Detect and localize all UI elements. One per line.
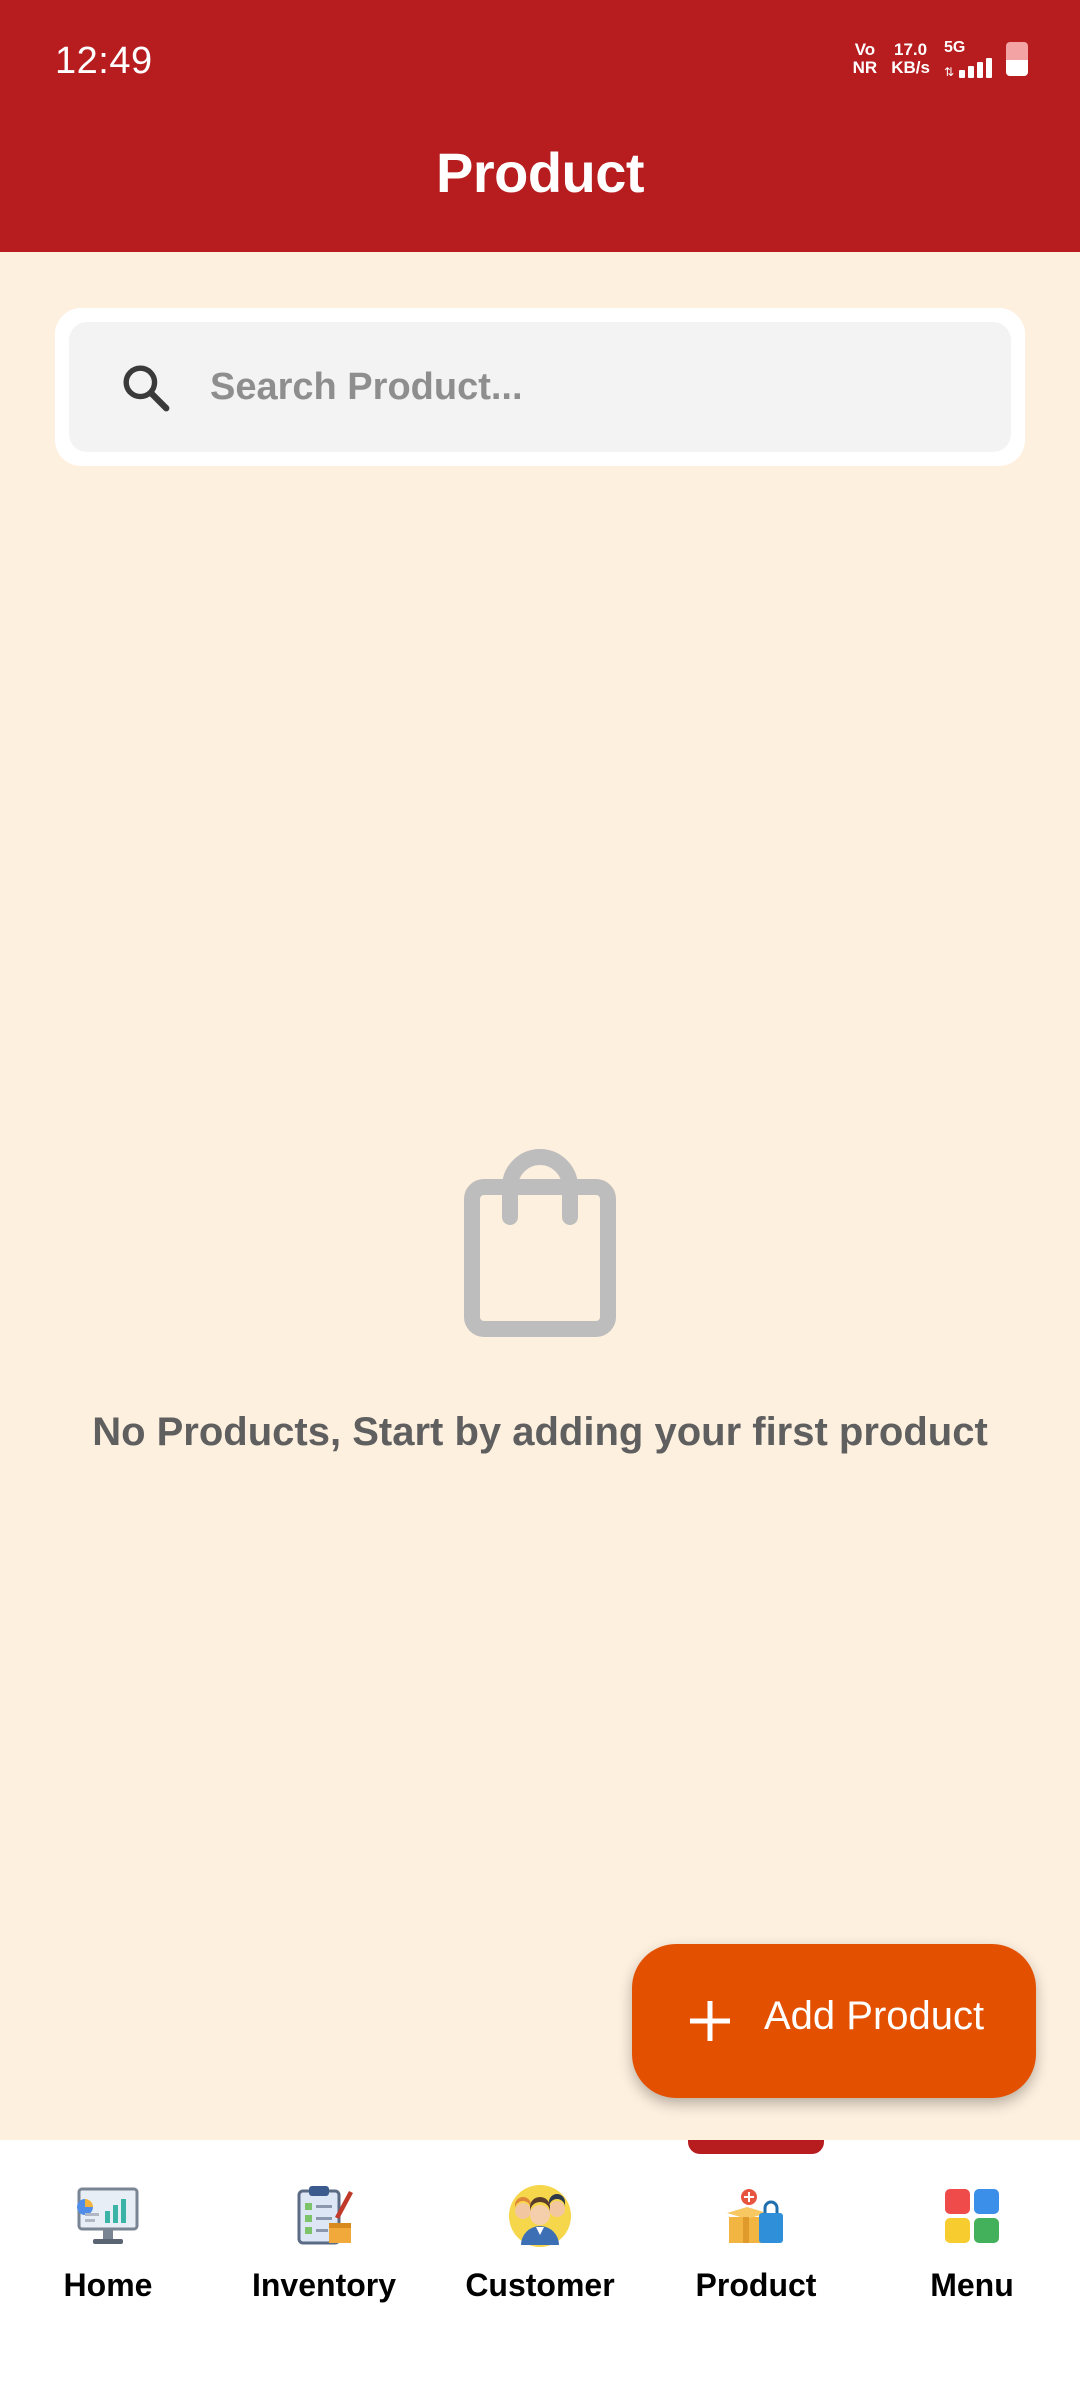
- volte-indicator: Vo NR: [853, 41, 878, 77]
- product-box-icon: [727, 2189, 783, 2243]
- nav-label-home: Home: [63, 2267, 153, 2303]
- add-product-button[interactable]: Add Product: [632, 1944, 1036, 2098]
- page-title: Product: [435, 141, 645, 204]
- search-icon: [123, 365, 170, 412]
- shopping-bag-icon: [464, 1149, 616, 1337]
- nav-item-inventory[interactable]: Inventory: [216, 2180, 432, 2340]
- nav-item-menu[interactable]: Menu: [864, 2180, 1080, 2340]
- volte-bottom-text: NR: [852, 58, 878, 77]
- network-speed-value: 17.0: [894, 40, 928, 59]
- add-product-label: Add Product: [764, 1994, 985, 2038]
- signal-indicator: 5G ⇅: [944, 40, 992, 78]
- bottom-navigation: Home Inventory Customer Product Menu: [0, 2140, 1080, 2408]
- plus-icon: [690, 2001, 730, 2041]
- menu-grid-icon: [945, 2189, 999, 2243]
- nav-label-customer: Customer: [465, 2267, 615, 2303]
- nav-label-menu: Menu: [930, 2267, 1014, 2303]
- nav-label-inventory: Inventory: [251, 2267, 397, 2303]
- search-container: [55, 308, 1025, 466]
- signal-bars-icon: ⇅: [944, 56, 992, 78]
- status-time: 12:49: [55, 40, 153, 82]
- customer-people-icon: [509, 2185, 571, 2247]
- status-icons: Vo NR 17.0 KB/s 5G ⇅: [853, 40, 1028, 78]
- network-type: 5G: [943, 39, 966, 56]
- nav-item-product[interactable]: Product: [648, 2180, 864, 2340]
- inventory-checklist-icon: [297, 2186, 353, 2245]
- nav-label-product: Product: [695, 2267, 817, 2303]
- battery-level-fill: [1006, 59, 1028, 76]
- volte-top-text: Vo: [854, 40, 876, 59]
- nav-item-customer[interactable]: Customer: [432, 2180, 648, 2340]
- search-bar[interactable]: [69, 322, 1011, 452]
- home-dashboard-icon: [77, 2187, 139, 2244]
- nav-item-home[interactable]: Home: [0, 2180, 216, 2340]
- app-header: 12:49 Vo NR 17.0 KB/s 5G ⇅ Product: [0, 0, 1080, 252]
- search-input[interactable]: [210, 322, 970, 452]
- active-tab-indicator: [688, 2140, 824, 2154]
- network-speed-unit: KB/s: [891, 58, 930, 77]
- empty-state-message: No Products, Start by adding your first …: [92, 1410, 988, 1454]
- battery-icon: [1006, 42, 1028, 76]
- product-screen: 12:49 Vo NR 17.0 KB/s 5G ⇅ Product Searc…: [0, 0, 1080, 2408]
- network-speed: 17.0 KB/s: [891, 41, 930, 77]
